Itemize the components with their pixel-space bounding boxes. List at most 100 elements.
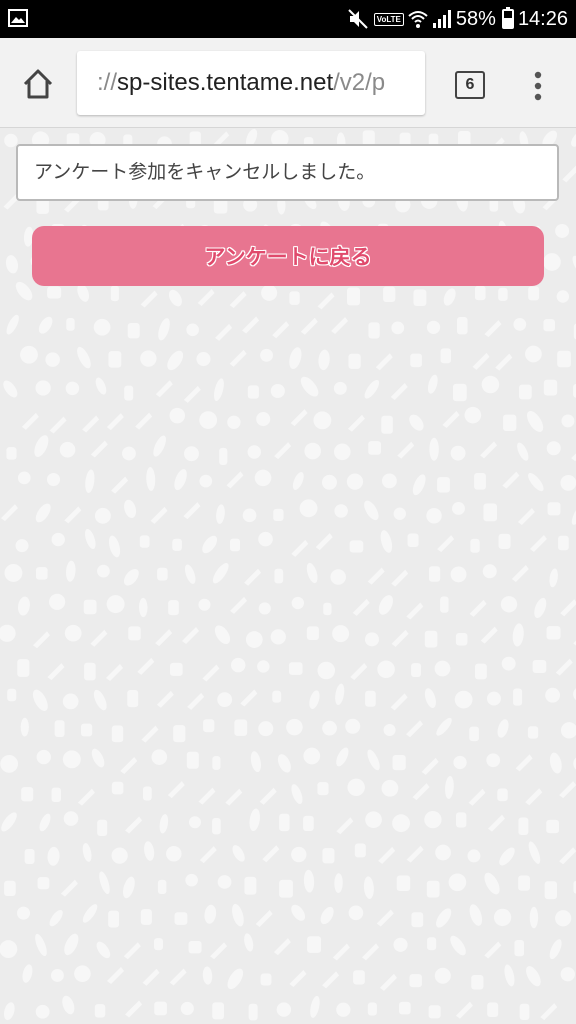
pattern-shape [198, 787, 216, 805]
pattern-shape [96, 941, 111, 959]
pattern-shape [518, 384, 532, 400]
pattern-shape [440, 596, 449, 613]
pattern-shape [21, 787, 34, 802]
pattern-shape [410, 353, 422, 368]
pattern-shape [232, 845, 245, 862]
url-text: ://sp-sites.tentame.net/v2/p [97, 51, 385, 115]
pattern-shape [6, 314, 19, 335]
pattern-shape [91, 748, 105, 768]
pattern-shape [474, 285, 486, 301]
tabs-icon[interactable]: 6 [455, 71, 485, 99]
status-icons: VoLTE 58% 14:26 [348, 0, 568, 38]
pattern-shape [232, 903, 244, 927]
message-box: アンケート参加をキャンセルしました。 [16, 144, 559, 201]
pattern-shape [180, 1001, 194, 1016]
pattern-shape [367, 1002, 377, 1016]
pattern-shape [350, 663, 368, 681]
pattern-shape [322, 971, 340, 989]
pattern-shape [469, 599, 487, 617]
pattern-shape [216, 504, 225, 524]
pattern-shape [436, 717, 452, 736]
pattern-shape [482, 564, 497, 579]
pattern-shape [289, 969, 307, 987]
pattern-shape [166, 846, 182, 862]
pattern-shape [348, 905, 364, 921]
pattern-shape [139, 535, 150, 548]
pattern-shape [484, 941, 502, 959]
more-vert-icon[interactable] [526, 68, 550, 104]
pattern-shape [547, 502, 561, 516]
pattern-shape [188, 816, 201, 829]
pattern-shape [51, 787, 61, 802]
pattern-shape [391, 629, 409, 647]
pattern-shape [528, 286, 540, 301]
pattern-shape [333, 443, 351, 461]
pattern-shape [518, 875, 531, 891]
pattern-shape [273, 938, 291, 956]
home-icon[interactable] [20, 66, 56, 102]
pattern-shape [64, 933, 79, 956]
pattern-shape [497, 719, 509, 738]
pattern-shape [336, 817, 354, 835]
pattern-shape [158, 318, 170, 341]
pattern-shape [469, 904, 483, 926]
pattern-shape [199, 474, 213, 488]
pattern-shape [315, 533, 333, 551]
pattern-shape [534, 597, 547, 619]
pattern-shape [320, 906, 334, 925]
battery-icon [501, 7, 514, 29]
pattern-shape [47, 286, 62, 299]
pattern-shape [453, 755, 467, 770]
pattern-shape [345, 718, 361, 734]
pattern-shape [225, 788, 243, 806]
pattern-shape [532, 659, 547, 673]
pattern-shape [17, 906, 31, 920]
pattern-shape [254, 469, 272, 487]
pattern-shape [167, 781, 185, 799]
pattern-shape [270, 629, 286, 645]
pattern-shape [97, 819, 108, 837]
pattern-shape [141, 725, 159, 743]
back-to-survey-button[interactable]: アンケートに戻る [32, 226, 544, 286]
pattern-shape [4, 880, 16, 897]
pattern-shape [248, 1003, 258, 1021]
pattern-shape [157, 567, 168, 581]
pattern-shape [378, 846, 396, 864]
pattern-shape [546, 441, 561, 456]
pattern-shape [322, 848, 335, 864]
pattern-shape [185, 873, 198, 887]
pattern-shape [250, 751, 261, 773]
pattern-shape [464, 406, 482, 424]
pattern-shape [111, 847, 128, 864]
pattern-shape [85, 528, 96, 550]
url-path: /v2/p [333, 69, 386, 96]
pattern-shape [51, 532, 65, 547]
pattern-shape [94, 507, 111, 524]
pattern-shape [186, 323, 199, 337]
pattern-shape [426, 880, 440, 898]
pattern-shape [47, 663, 65, 681]
pattern-shape [498, 287, 508, 301]
pattern-shape [184, 564, 196, 584]
pattern-shape [483, 503, 498, 522]
pattern-shape [332, 625, 350, 643]
pattern-shape [546, 626, 561, 640]
pattern-shape [127, 322, 140, 339]
pattern-shape [50, 969, 64, 982]
pattern-shape [454, 690, 473, 709]
pattern-shape [258, 602, 271, 615]
pattern-shape [219, 447, 228, 465]
pattern-shape [210, 942, 228, 960]
pattern-shape [448, 873, 467, 892]
address-bar[interactable]: ://sp-sites.tentame.net/v2/p [77, 51, 425, 115]
pattern-shape [450, 566, 467, 583]
pattern-shape [111, 725, 124, 743]
status-bar: VoLTE 58% 14:26 [0, 0, 576, 38]
pattern-shape [406, 602, 424, 620]
pattern-shape [217, 692, 233, 707]
pattern-shape [545, 687, 561, 703]
pattern-shape [184, 446, 199, 462]
pattern-shape [260, 348, 273, 362]
pattern-shape [231, 657, 246, 673]
pattern-shape [501, 656, 516, 671]
